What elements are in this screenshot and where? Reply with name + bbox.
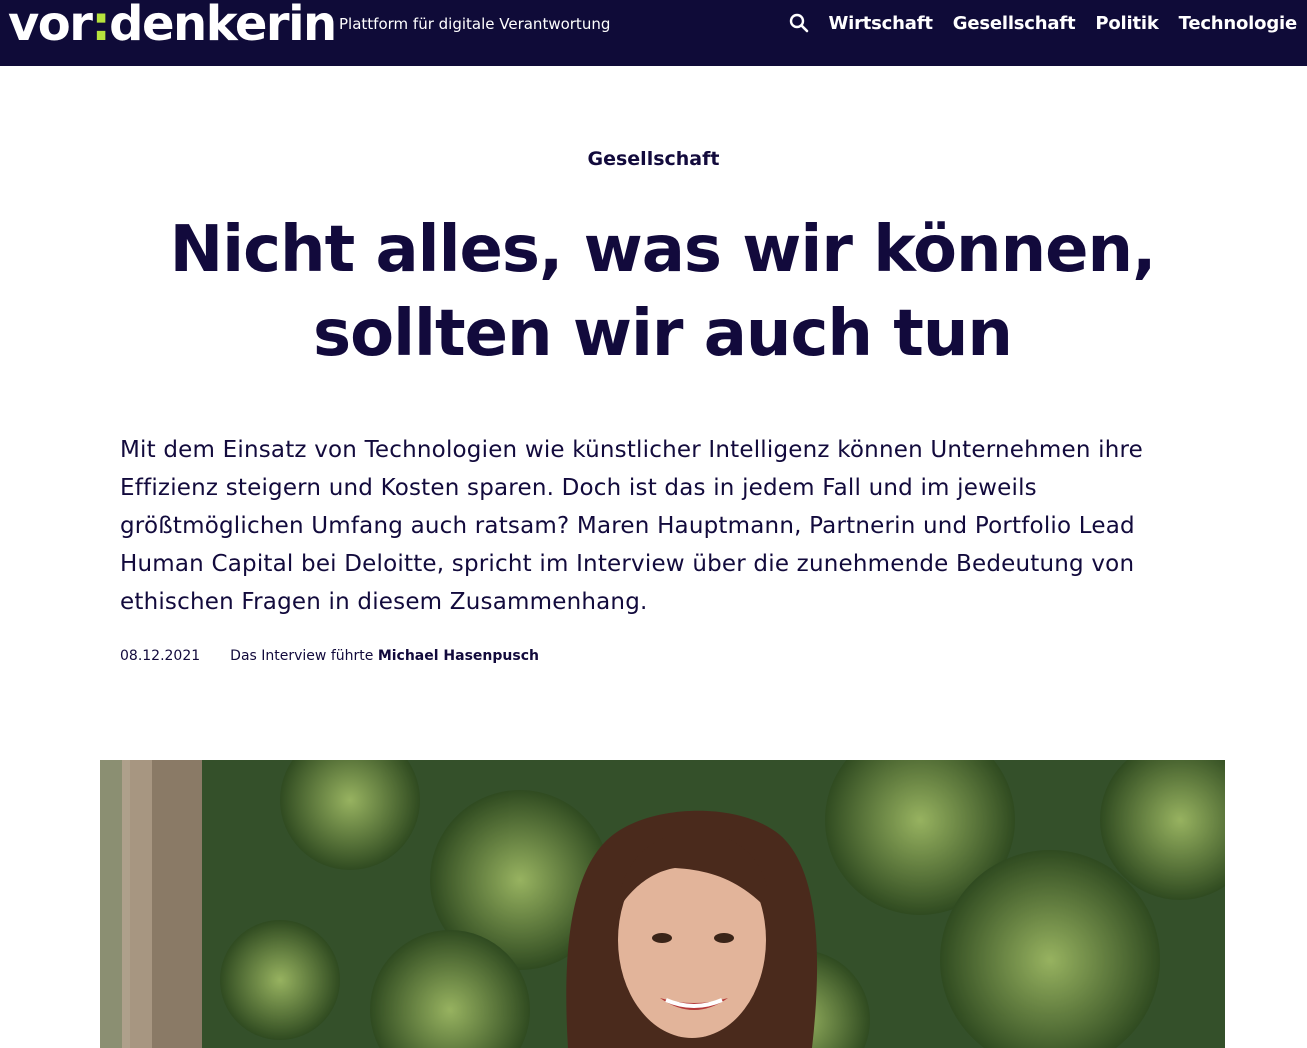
site-logo[interactable]: vor:denkerin xyxy=(8,0,337,54)
main-nav: Wirtschaft Gesellschaft Politik Technolo… xyxy=(788,11,1297,35)
article-category: Gesellschaft xyxy=(0,147,1307,171)
nav-item-technologie[interactable]: Technologie xyxy=(1179,13,1298,34)
site-tagline: Plattform für digitale Verantwortung xyxy=(339,15,611,33)
article-title: Nicht alles, was wir können, sollten wir… xyxy=(169,213,1157,371)
byline-prefix: Das Interview führte xyxy=(230,648,374,664)
search-icon[interactable] xyxy=(788,12,810,34)
nav-item-politik[interactable]: Politik xyxy=(1095,13,1158,34)
nav-item-wirtschaft[interactable]: Wirtschaft xyxy=(828,13,932,34)
hero-image xyxy=(100,760,1225,1048)
site-header: vor:denkerin Plattform für digitale Vera… xyxy=(0,0,1307,66)
logo-colon: : xyxy=(91,0,110,52)
nav-item-gesellschaft[interactable]: Gesellschaft xyxy=(953,13,1076,34)
article-lead: Mit dem Einsatz von Technologien wie kün… xyxy=(120,437,1144,615)
author-name[interactable]: Michael Hasenpusch xyxy=(378,648,539,664)
article-meta: 08.12.2021 Das Interview führte Michael … xyxy=(120,646,539,666)
category-link[interactable]: Gesellschaft xyxy=(588,148,720,170)
logo-text-denkerin: denkerin xyxy=(109,0,337,52)
article-byline: Das Interview führte Michael Hasenpusch xyxy=(230,646,539,666)
logo-text-vor: vor xyxy=(8,0,93,52)
portrait-photo xyxy=(100,760,1225,1048)
article-date: 08.12.2021 xyxy=(120,648,201,664)
